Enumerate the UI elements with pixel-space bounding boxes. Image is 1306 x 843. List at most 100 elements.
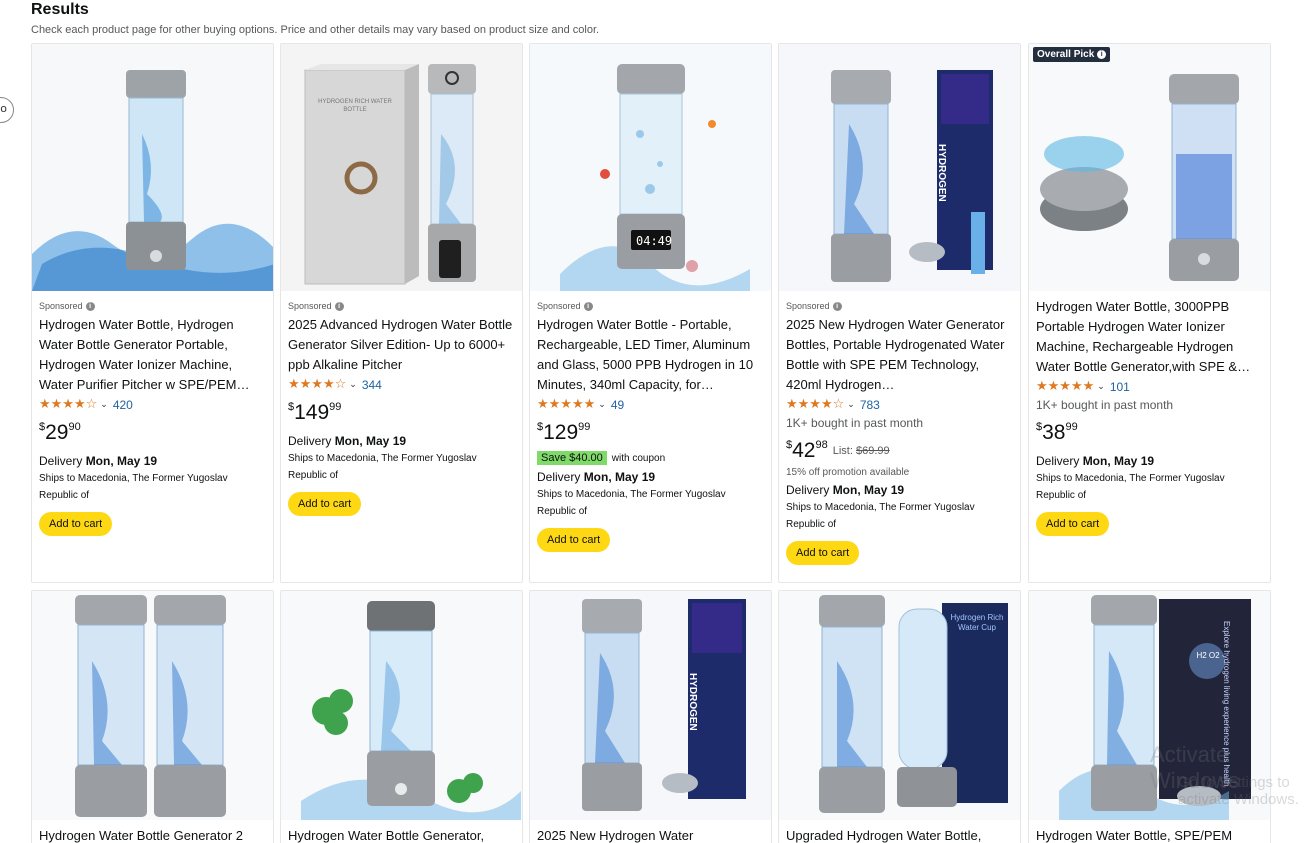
star-rating[interactable]: ★★★★☆ [786,398,844,412]
bottle-illustration [32,591,273,820]
product-card[interactable]: HYDROGEN RICH WATER BOTTLE Sponsored i 20… [280,43,523,583]
sponsored-label[interactable]: Sponsored i [537,300,764,312]
add-to-cart-button[interactable]: Add to cart [39,512,113,536]
delivery-info: Delivery Mon, May 19 [786,483,905,497]
product-image[interactable] [32,44,273,291]
product-image[interactable]: HYDROGEN [779,44,1020,291]
product-image[interactable]: HYDROGEN [530,591,771,820]
bottle-illustration [530,591,771,820]
info-icon[interactable]: i [583,301,593,311]
star-rating[interactable]: ★★★★★ [1036,380,1094,394]
rating-row[interactable]: ★★★★★ ⌄ 49 [537,397,764,413]
chevron-down-icon[interactable]: ⌄ [349,380,357,390]
ships-to: Ships to Macedonia, The Former Yugoslav … [786,502,975,530]
price[interactable]: $38 99 [1036,419,1263,447]
bought-info: 1K+ bought in past month [786,416,924,430]
product-image[interactable] [32,591,273,820]
product-title[interactable]: Upgraded Hydrogen Water Bottle, [786,826,1013,843]
sponsored-label[interactable]: Sponsored i [39,300,266,312]
star-rating[interactable]: ★★★★★ [537,398,595,412]
price[interactable]: $42 98 List: $69.99 [786,437,1013,465]
rating-count[interactable]: 783 [860,398,880,412]
rating-count[interactable]: 420 [113,398,133,412]
price[interactable]: $129 99 [537,419,764,447]
delivery-info: Delivery Mon, May 19 [288,434,407,448]
product-title[interactable]: Hydrogen Water Bottle, Hydrogen Water Bo… [39,315,266,395]
price[interactable]: $149 99 [288,399,515,427]
star-rating[interactable]: ★★★★☆ [39,398,97,412]
chevron-down-icon[interactable]: ⌄ [847,400,855,410]
product-title[interactable]: Hydrogen Water Bottle, SPE/PEM [1036,826,1263,843]
chevron-down-icon[interactable]: ⌄ [1097,382,1105,392]
bottle-illustration [779,44,1020,291]
product-image[interactable]: H2 O2 Explore hydrogen living experience… [1029,591,1270,820]
side-tab-glyph: o [0,102,7,115]
price[interactable]: $29 90 [39,419,266,447]
bottle-illustration [281,44,522,291]
ships-to: Ships to Macedonia, The Former Yugoslav … [537,489,726,517]
product-title[interactable]: Hydrogen Water Bottle, 3000PPB Portable … [1036,297,1263,377]
info-icon[interactable]: i [1097,50,1107,59]
bought-info: 1K+ bought in past month [1036,398,1174,412]
product-title[interactable]: Hydrogen Water Bottle Generator, [288,826,515,843]
product-card[interactable]: Hydrogen Water Bottle Generator 2 [31,590,274,843]
product-card[interactable]: H2 O2 Explore hydrogen living experience… [1028,590,1271,843]
results-subtitle: Check each product page for other buying… [31,24,600,36]
rating-row[interactable]: ★★★★☆ ⌄ 783 [786,397,1013,413]
bottle-illustration [32,44,273,291]
product-card[interactable]: Hydrogen Water Bottle, 3000PPB Portable … [1028,43,1271,583]
add-to-cart-button[interactable]: Add to cart [537,528,611,552]
coupon-badge[interactable]: Save $40.00 [537,451,607,465]
product-title[interactable]: Hydrogen Water Bottle - Portable, Rechar… [537,315,764,395]
sponsored-label[interactable]: Sponsored i [786,300,1013,312]
product-title[interactable]: Hydrogen Water Bottle Generator 2 [39,826,266,843]
results-title: Results [31,1,89,18]
product-card[interactable]: Hydrogen Water Bottle Generator, [280,590,523,843]
product-card[interactable]: 04:49 Sponsored i Hydrogen Water Bottle -… [529,43,772,583]
product-title[interactable]: 2025 Advanced Hydrogen Water Bottle Gene… [288,315,515,375]
product-card[interactable]: Hydrogen Rich Water Cup Upgraded Hydroge… [778,590,1021,843]
chevron-down-icon[interactable]: ⌄ [100,400,108,410]
product-image[interactable]: Hydrogen Rich Water Cup [779,591,1020,820]
info-icon[interactable]: i [334,301,344,311]
box-text: HYDROGEN [687,673,698,731]
chevron-down-icon[interactable]: ⌄ [598,400,606,410]
ships-to: Ships to Macedonia, The Former Yugoslav … [1036,473,1225,501]
promotion-text[interactable]: 15% off promotion available [786,467,1013,478]
bottle-illustration [281,591,522,820]
product-image[interactable] [1029,44,1270,291]
box-text: Hydrogen Rich Water Cup [950,613,1004,632]
add-to-cart-button[interactable]: Add to cart [288,492,362,516]
add-to-cart-button[interactable]: Add to cart [1036,512,1110,536]
add-to-cart-button[interactable]: Add to cart [786,541,860,565]
product-image[interactable] [281,591,522,820]
delivery-info: Delivery Mon, May 19 [39,454,158,468]
led-timer-text: 04:49 [636,234,673,248]
sponsored-label[interactable]: Sponsored i [288,300,515,312]
info-icon[interactable]: i [832,301,842,311]
product-card[interactable]: Sponsored i Hydrogen Water Bottle, Hydrog… [31,43,274,583]
box-text: Explore hydrogen living experience plus … [1222,621,1231,787]
overall-pick-label: Overall Pick [1037,49,1095,60]
ships-to: Ships to Macedonia, The Former Yugoslav … [39,473,228,501]
box-text: HYDROGEN RICH WATER BOTTLE [318,99,392,113]
rating-count[interactable]: 49 [611,398,624,412]
delivery-info: Delivery Mon, May 19 [1036,454,1155,468]
product-title[interactable]: 2025 New Hydrogen Water [537,826,764,843]
info-icon[interactable]: i [85,301,95,311]
results-header: Results Check each product page for othe… [31,0,599,38]
product-image[interactable]: 04:49 [530,44,771,291]
rating-row[interactable]: ★★★★★ ⌄ 101 [1036,379,1263,395]
rating-count[interactable]: 101 [1110,380,1130,394]
product-card[interactable]: HYDROGEN 2025 New Hydrogen Water [529,590,772,843]
side-scroll-tab[interactable]: o [0,97,14,123]
product-image[interactable]: HYDROGEN RICH WATER BOTTLE [281,44,522,291]
coupon-row[interactable]: Save $40.00 with coupon [537,451,764,465]
product-title[interactable]: 2025 New Hydrogen Water Generator Bottle… [786,315,1013,395]
rating-row[interactable]: ★★★★☆ ⌄ 344 [288,377,515,393]
rating-row[interactable]: ★★★★☆ ⌄ 420 [39,397,266,413]
rating-count[interactable]: 344 [362,378,382,392]
star-rating[interactable]: ★★★★☆ [288,378,346,392]
product-card[interactable]: HYDROGEN Sponsored i 2025 New Hydrogen Wa… [778,43,1021,583]
bottle-illustration [530,44,771,291]
